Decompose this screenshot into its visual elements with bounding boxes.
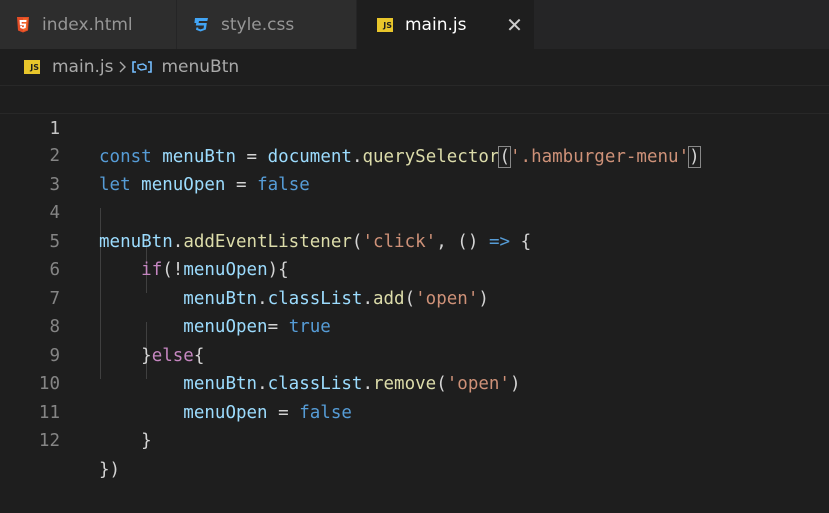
code-line[interactable]: 10 menuOpen = false bbox=[0, 342, 829, 423]
code-line[interactable]: 3 bbox=[0, 142, 829, 195]
js-icon: JS bbox=[377, 17, 393, 32]
code-line[interactable]: 2 let menuOpen = false bbox=[0, 114, 829, 195]
tab-main-js[interactable]: JS main.js ✕ bbox=[357, 0, 535, 49]
code-line[interactable]: 7 menuOpen= true bbox=[0, 256, 829, 338]
tab-index-html[interactable]: index.html bbox=[0, 0, 177, 49]
code-line[interactable]: 11 } bbox=[0, 370, 829, 452]
code-line[interactable]: 5 if(!menuOpen){ bbox=[0, 199, 829, 281]
code-text: }) bbox=[99, 459, 121, 480]
code-text: } bbox=[141, 431, 152, 451]
variable-symbol-icon bbox=[132, 61, 153, 73]
code-line[interactable]: 4 menuBtn.addEventListener('click', () =… bbox=[0, 171, 829, 252]
tab-label: main.js bbox=[405, 14, 467, 35]
code-editor[interactable]: 1 const menuBtn = document.querySelector… bbox=[0, 85, 829, 511]
tab-bar: index.html style.css JS main.js ✕ bbox=[0, 0, 829, 49]
breadcrumb-file[interactable]: main.js bbox=[52, 57, 113, 77]
code-line[interactable]: 12 }) bbox=[0, 399, 829, 480]
code-line[interactable]: 9 menuBtn.classList.remove('open') bbox=[0, 313, 829, 395]
breadcrumb: JS main.js menuBtn bbox=[0, 49, 829, 85]
tab-label: style.css bbox=[221, 14, 295, 35]
chevron-right-icon bbox=[119, 61, 127, 73]
code-line[interactable]: 8 }else{ bbox=[0, 285, 829, 366]
breadcrumb-symbol[interactable]: menuBtn bbox=[161, 57, 239, 77]
js-icon: JS bbox=[24, 60, 40, 74]
html5-icon bbox=[17, 16, 29, 32]
css3-icon bbox=[194, 17, 208, 31]
code-line[interactable]: 1 const menuBtn = document.querySelector… bbox=[0, 85, 829, 168]
line-number: 12 bbox=[38, 431, 60, 451]
tab-label: index.html bbox=[42, 14, 133, 35]
code-line[interactable]: 6 menuBtn.classList.add('open') bbox=[0, 228, 829, 309]
close-icon[interactable]: ✕ bbox=[504, 13, 524, 37]
tab-style-css[interactable]: style.css bbox=[177, 0, 357, 49]
